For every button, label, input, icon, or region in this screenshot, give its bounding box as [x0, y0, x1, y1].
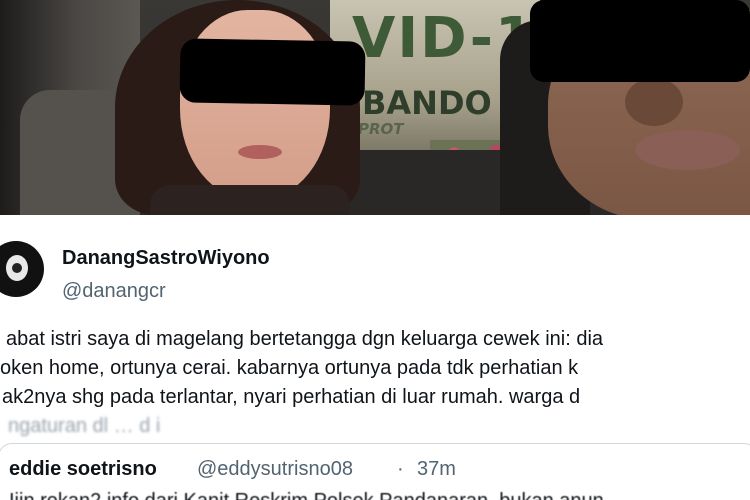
- banner-subtext-2: PROT: [358, 120, 404, 138]
- tweet-text: abat istri saya di magelang bertetangga …: [0, 325, 750, 441]
- tweet-card[interactable]: DanangSastroWiyono @danangcr abat istri …: [0, 215, 750, 500]
- tweet-text-line: oken home, ortunya cerai. kabarnya ortun…: [0, 357, 579, 379]
- display-name[interactable]: DanangSastroWiyono: [62, 247, 270, 270]
- quoted-handle[interactable]: @eddysutrisno08: [197, 458, 353, 481]
- quoted-timestamp[interactable]: 37m: [417, 458, 456, 481]
- separator-dot: ·: [397, 458, 404, 480]
- person-right-lips: [635, 130, 740, 170]
- banner-subtext: BANDO: [362, 84, 492, 122]
- tweet-text-line: ngaturan dl … d i: [8, 415, 161, 437]
- censor-bar-right: [530, 0, 750, 82]
- avatar[interactable]: [0, 241, 44, 297]
- tweet-text-line: ak2nya shg pada terlantar, nyari perhati…: [2, 386, 581, 408]
- tweet-text-line: abat istri saya di magelang bertetangga …: [6, 328, 604, 350]
- quoted-display-name[interactable]: eddie soetrisno: [9, 458, 157, 481]
- censor-bar-left: [179, 38, 366, 106]
- tweet-photo[interactable]: VID-1 BANDO PROT: [0, 0, 750, 215]
- person-left-lips: [238, 145, 282, 159]
- person-left-body: [150, 185, 350, 215]
- person-right-nose: [625, 78, 683, 126]
- quoted-text: Ijin rekan2 info dari Kanit Reskrim Pols…: [9, 490, 604, 500]
- quoted-tweet[interactable]: eddie soetrisno @eddysutrisno08 · 37m Ij…: [0, 443, 750, 500]
- user-handle[interactable]: @danangcr: [62, 280, 166, 303]
- avatar-detail-icon: [12, 263, 22, 273]
